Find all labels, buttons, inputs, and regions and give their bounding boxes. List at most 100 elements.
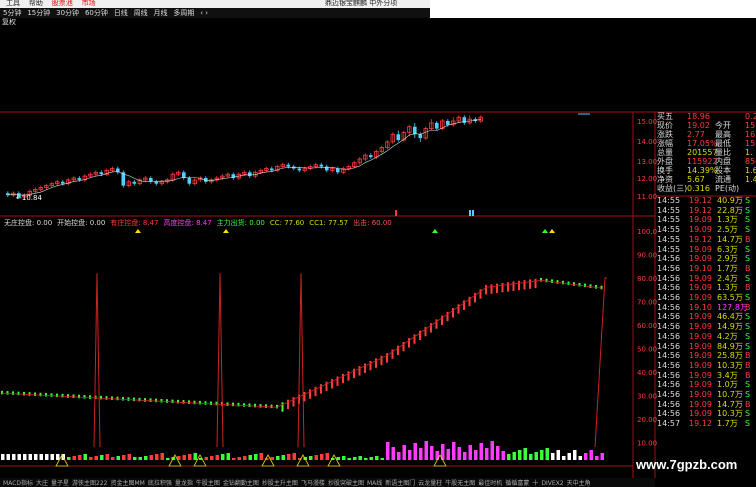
histogram-bar xyxy=(292,453,296,460)
tick-cell: 19.09 xyxy=(689,244,712,254)
histogram-bar xyxy=(408,450,412,460)
indicator-label: CC1: 77.57 xyxy=(309,219,349,227)
volume-bar xyxy=(469,210,471,216)
indicator-tab[interactable]: 天中主角 xyxy=(567,479,591,487)
tick-cell: B xyxy=(745,263,751,273)
tick-cell: 4.2万 xyxy=(717,331,738,341)
stock-chart[interactable]: 15.0014.0013.0012.0011.00←10.84100.090.0… xyxy=(0,0,756,478)
histogram-bar xyxy=(270,457,274,460)
indicator-tab[interactable]: 资金主图MM xyxy=(110,479,144,487)
tick-cell: 14:55 xyxy=(657,244,681,254)
histogram-bar xyxy=(375,456,379,460)
histogram-bar xyxy=(573,450,577,460)
indicator-tab[interactable]: 新语主图门 xyxy=(385,479,415,487)
histogram-bar xyxy=(589,450,593,460)
tick-cell: S xyxy=(745,215,751,225)
tick-cell: S xyxy=(745,380,751,390)
histogram-bar xyxy=(457,447,461,460)
tick-cell: 1.3万 xyxy=(717,283,738,293)
tick-cell: 1.3万 xyxy=(717,215,738,225)
tick-cell: 1.7万 xyxy=(717,419,738,429)
histogram-bar xyxy=(446,449,450,460)
indicator-tab[interactable]: 量子星 xyxy=(51,479,69,487)
histogram-bar xyxy=(507,454,511,460)
tick-cell: 1.7万 xyxy=(717,263,738,273)
tick-cell: 14.9万 xyxy=(717,322,743,332)
spike-line xyxy=(93,273,101,448)
tick-cell: 19.09 xyxy=(689,390,712,399)
histogram-bar xyxy=(127,454,131,460)
tick-cell: S xyxy=(745,196,751,205)
tick-cell: 14:55 xyxy=(657,225,681,235)
indicator-tab[interactable]: 底拉积强 xyxy=(148,479,172,487)
histogram-bar xyxy=(534,452,538,460)
tick-cell: 1.0万 xyxy=(717,380,738,390)
histogram-bar xyxy=(595,456,599,460)
tick-cell: 6.3万 xyxy=(717,244,738,254)
tick-cell: 19.09 xyxy=(689,331,712,341)
histogram-bar xyxy=(144,456,148,460)
tick-cell: 46.4万 xyxy=(717,312,743,322)
tick-cell: B xyxy=(745,283,751,293)
tick-cell: S xyxy=(745,205,751,215)
histogram-bar xyxy=(105,454,109,460)
indicator-tab[interactable]: 游侠主图222 xyxy=(72,479,107,487)
histogram-bar xyxy=(6,454,10,460)
spike-line xyxy=(297,273,305,448)
histogram-bar xyxy=(23,454,27,460)
candle-body xyxy=(132,181,137,184)
indicator-tab[interactable]: MA线 xyxy=(367,479,382,487)
histogram-bar xyxy=(259,453,263,460)
histogram-bar xyxy=(67,457,71,460)
indicator-tab[interactable]: 循循富蒙 xyxy=(505,479,529,487)
indicator-tab[interactable]: 牛股无主图 xyxy=(445,479,475,487)
indicator-tab[interactable]: 十 xyxy=(532,479,538,487)
indicator-tab[interactable]: 量龙指 xyxy=(175,479,193,487)
indicator-label: 出击: 60.00 xyxy=(353,219,392,227)
signal-marker xyxy=(223,229,229,233)
histogram-bar xyxy=(12,454,16,460)
tick-cell: 19.12 xyxy=(689,234,712,244)
indicator-tab[interactable]: 飞马漫楼 xyxy=(301,479,325,487)
indicator-tab[interactable]: 抄股突破主图 xyxy=(328,479,364,487)
tick-cell: S xyxy=(745,293,751,302)
indicator-tab[interactable]: 大庄 xyxy=(36,479,48,487)
candle-body xyxy=(435,122,439,129)
indicator-tab[interactable]: 抄股主升主图 xyxy=(262,479,298,487)
histogram-bar xyxy=(435,451,439,460)
candle-body xyxy=(99,172,104,175)
tick-cell: 14:56 xyxy=(657,360,681,370)
histogram-bar xyxy=(50,454,54,460)
indicator-tab[interactable]: 云龙量柱 xyxy=(418,479,442,487)
histogram-bar xyxy=(215,455,219,460)
tick-cell: 2.4万 xyxy=(717,273,738,283)
indicator-tab[interactable]: 最佳时机 xyxy=(478,479,502,487)
signal-triangle xyxy=(296,454,310,467)
histogram-bar xyxy=(254,454,258,460)
indicator-tab[interactable]: 金钻翻勤主图 xyxy=(223,479,259,487)
volume-bar xyxy=(472,210,474,216)
histogram-bar xyxy=(600,453,604,460)
histogram-bar xyxy=(584,453,588,460)
indicator-label: CC: 77.60 xyxy=(269,219,305,227)
histogram-bar xyxy=(72,456,76,460)
tick-cell: B xyxy=(745,302,751,312)
histogram-bar xyxy=(314,455,318,460)
histogram-bar xyxy=(155,454,159,460)
tick-cell: 84.9万 xyxy=(717,341,743,351)
tick-cell: 19.09 xyxy=(689,283,712,293)
tick-cell: 14:56 xyxy=(657,263,681,273)
histogram-bar xyxy=(353,457,357,460)
candle-body xyxy=(61,181,65,184)
signal-marker xyxy=(542,229,548,233)
indicator-label: 主力出货: 0.00 xyxy=(216,219,265,227)
tick-cell: 19.09 xyxy=(689,370,712,380)
indicator-tab[interactable]: 牛股主图 xyxy=(196,479,220,487)
histogram-bar xyxy=(567,453,571,460)
tick-cell: 40.9万 xyxy=(717,196,743,205)
indicator-tab[interactable]: MACD指标 xyxy=(3,479,33,487)
candle-body xyxy=(248,172,252,177)
indicator-legend: 无庄控盘: 0.00 开始控盘: 0.00 有庄控盘: 8.47 高度控盘: 8.47… xyxy=(4,218,397,228)
tick-cell: 19.09 xyxy=(689,312,712,322)
indicator-tab[interactable]: DIVEX2 xyxy=(541,479,563,487)
